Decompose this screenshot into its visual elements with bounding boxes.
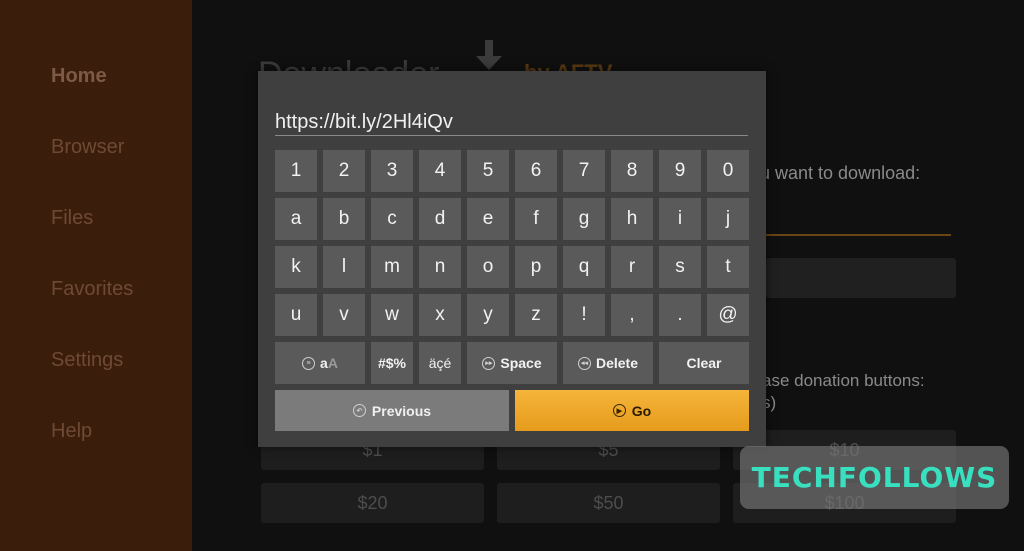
key-char[interactable]: h <box>611 198 653 240</box>
key-char[interactable]: i <box>659 198 701 240</box>
key-char[interactable]: e <box>467 198 509 240</box>
play-pause-icon: ▶ <box>612 404 626 417</box>
key-char[interactable]: g <box>563 198 605 240</box>
space-label: Space <box>500 355 542 371</box>
sidebar-item-home[interactable]: Home <box>51 65 107 88</box>
donation-text-line1: ase donation buttons: <box>762 371 925 390</box>
key-char[interactable]: k <box>275 246 317 288</box>
previous-label: Previous <box>371 402 432 419</box>
key-char[interactable]: y <box>467 294 509 336</box>
key-char[interactable]: z <box>515 294 557 336</box>
key-digit[interactable]: 9 <box>659 150 701 192</box>
sidebar-item-favorites[interactable]: Favorites <box>51 278 133 301</box>
key-char[interactable]: r <box>611 246 653 288</box>
sidebar-item-help[interactable]: Help <box>51 420 92 443</box>
url-input[interactable]: https://bit.ly/2Hl4iQv <box>275 111 748 136</box>
key-char[interactable]: q <box>563 246 605 288</box>
key-digit[interactable]: 8 <box>611 150 653 192</box>
key-digit[interactable]: 1 <box>275 150 317 192</box>
rewind-icon: ◂◂ <box>577 356 591 370</box>
url-input-underline <box>766 234 951 236</box>
sidebar: Home Browser Files Favorites Settings He… <box>0 0 192 551</box>
case-upper-label: A <box>327 355 338 371</box>
key-char[interactable]: n <box>419 246 461 288</box>
key-digit[interactable]: 4 <box>419 150 461 192</box>
key-char[interactable]: t <box>707 246 749 288</box>
key-char[interactable]: l <box>323 246 365 288</box>
key-char[interactable]: w <box>371 294 413 336</box>
watermark-logo: TECHFOLLOWS <box>740 446 1009 509</box>
key-char[interactable]: p <box>515 246 557 288</box>
key-char[interactable]: u <box>275 294 317 336</box>
menu-icon: ≡ <box>302 356 316 370</box>
key-char[interactable]: s <box>659 246 701 288</box>
key-char[interactable]: m <box>371 246 413 288</box>
key-char[interactable]: , <box>611 294 653 336</box>
watermark-text: TECHFOLLOWS <box>751 461 998 494</box>
key-char[interactable]: @ <box>707 294 749 336</box>
key-char[interactable]: c <box>371 198 413 240</box>
symbols-key[interactable]: #$% <box>371 342 413 384</box>
key-digit[interactable]: 5 <box>467 150 509 192</box>
donate-50-button[interactable]: $50 <box>497 483 720 523</box>
key-digit[interactable]: 7 <box>563 150 605 192</box>
key-digit[interactable]: 3 <box>371 150 413 192</box>
keyboard-dialog: https://bit.ly/2Hl4iQv 1234567890abcdefg… <box>258 71 766 447</box>
sidebar-item-files[interactable]: Files <box>51 207 93 230</box>
key-char[interactable]: o <box>467 246 509 288</box>
key-digit[interactable]: 0 <box>707 150 749 192</box>
url-prompt: u want to download: <box>760 163 921 183</box>
key-char[interactable]: f <box>515 198 557 240</box>
go-button[interactable]: ▶ Go <box>515 390 749 431</box>
key-char[interactable]: v <box>323 294 365 336</box>
sidebar-item-browser[interactable]: Browser <box>51 136 124 159</box>
case-lower-label: a <box>320 355 328 371</box>
delete-label: Delete <box>595 355 639 371</box>
donate-20-button[interactable]: $20 <box>261 483 484 523</box>
key-char[interactable]: b <box>323 198 365 240</box>
clear-key[interactable]: Clear <box>659 342 749 384</box>
donation-text: ase donation buttons: s) <box>762 370 925 414</box>
case-toggle-key[interactable]: ≡ aA <box>275 342 365 384</box>
key-char[interactable]: x <box>419 294 461 336</box>
key-char[interactable]: ! <box>563 294 605 336</box>
key-char[interactable]: . <box>659 294 701 336</box>
fast-forward-icon: ▸▸ <box>482 356 496 370</box>
key-char[interactable]: a <box>275 198 317 240</box>
key-digit[interactable]: 2 <box>323 150 365 192</box>
donation-text-line2: s) <box>762 393 777 412</box>
go-label: Go <box>631 402 652 419</box>
space-key[interactable]: ▸▸ Space <box>467 342 557 384</box>
accents-key[interactable]: äçé <box>419 342 461 384</box>
key-char[interactable]: j <box>707 198 749 240</box>
key-char[interactable]: d <box>419 198 461 240</box>
previous-button[interactable]: ↶ Previous <box>275 390 509 431</box>
key-digit[interactable]: 6 <box>515 150 557 192</box>
go-button-background[interactable] <box>766 258 956 298</box>
back-icon: ↶ <box>352 404 366 417</box>
download-arrow-icon <box>476 40 502 74</box>
delete-key[interactable]: ◂◂ Delete <box>563 342 653 384</box>
sidebar-item-settings[interactable]: Settings <box>51 349 123 372</box>
